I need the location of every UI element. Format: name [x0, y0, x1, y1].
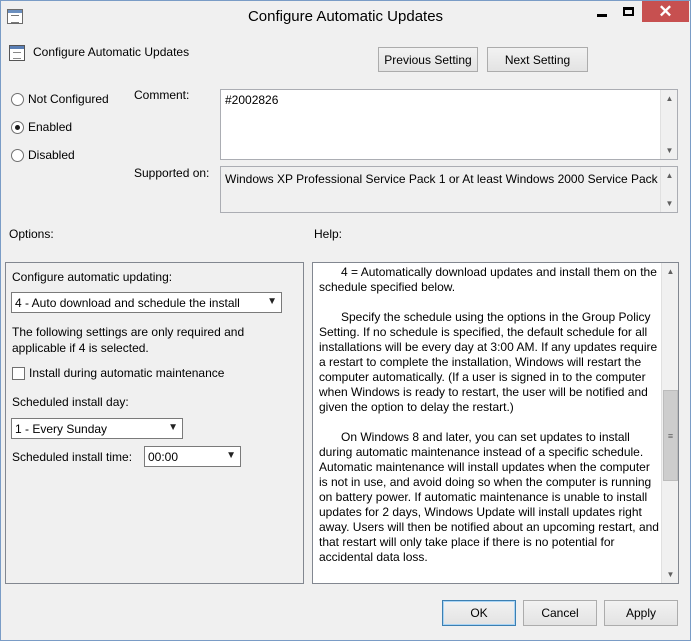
install-time-select[interactable]: 00:00 ▼: [144, 446, 241, 467]
dialog-window: Configure Automatic Updates ✕ Configure …: [0, 0, 691, 641]
radio-circle[interactable]: [11, 120, 24, 134]
scroll-up-icon[interactable]: ▲: [662, 263, 678, 280]
previous-setting-button[interactable]: Previous Setting: [378, 47, 478, 72]
policy-name: Configure Automatic Updates: [33, 45, 190, 59]
radio-label: Disabled: [28, 148, 75, 162]
install-day-value: 1 - Every Sunday: [15, 421, 108, 436]
radio-circle[interactable]: [11, 92, 24, 106]
cancel-button[interactable]: Cancel: [523, 600, 597, 626]
install-day-select[interactable]: 1 - Every Sunday ▼: [11, 418, 183, 439]
scroll-down-icon[interactable]: ▼: [661, 195, 677, 212]
close-icon: ✕: [658, 2, 673, 21]
help-paragraph: Specify the schedule using the options i…: [319, 310, 658, 414]
ok-button[interactable]: OK: [442, 600, 516, 626]
comment-value: #2002826: [225, 93, 279, 107]
configure-updating-value: 4 - Auto download and schedule the insta…: [15, 295, 240, 310]
install-time-label: Scheduled install time:: [12, 450, 133, 464]
scroll-up-icon[interactable]: ▲: [661, 90, 677, 107]
help-heading: Help:: [314, 227, 343, 241]
help-scrollbar[interactable]: ▲ ≡ ▼: [661, 263, 678, 583]
supported-on-label: Supported on:: [134, 166, 210, 180]
supported-on-value: Windows XP Professional Service Pack 1 o…: [225, 172, 668, 186]
chevron-down-icon: ▼: [226, 450, 236, 461]
configure-updating-select[interactable]: 4 - Auto download and schedule the insta…: [11, 292, 282, 313]
options-heading: Options:: [9, 227, 54, 241]
chevron-down-icon: ▼: [267, 296, 277, 307]
help-text: 4 = Automatically download updates and i…: [319, 265, 659, 580]
comment-label: Comment:: [134, 88, 190, 102]
install-time-value: 00:00: [148, 449, 179, 464]
apply-button[interactable]: Apply: [604, 600, 678, 626]
window-title: Configure Automatic Updates: [247, 8, 444, 25]
scroll-up-icon[interactable]: ▲: [661, 167, 677, 184]
minimize-icon: [596, 14, 607, 17]
configure-updating-label: Configure automatic updating:: [12, 270, 173, 284]
radio-disabled[interactable]: Disabled: [11, 148, 75, 162]
help-panel[interactable]: 4 = Automatically download updates and i…: [312, 262, 679, 584]
radio-label: Not Configured: [28, 92, 109, 106]
settings-note: The following settings are only required…: [12, 325, 245, 355]
radio-enabled[interactable]: Enabled: [11, 120, 72, 134]
comment-scrollbar[interactable]: ▲ ▼: [660, 90, 677, 159]
title-bar[interactable]: Configure Automatic Updates ✕: [1, 1, 690, 31]
scroll-thumb[interactable]: ≡: [663, 390, 678, 481]
next-setting-button[interactable]: Next Setting: [487, 47, 588, 72]
minimize-button[interactable]: [588, 1, 615, 22]
chevron-down-icon: ▼: [168, 422, 178, 433]
close-button[interactable]: ✕: [642, 1, 689, 22]
scroll-down-icon[interactable]: ▼: [662, 566, 678, 583]
help-paragraph: 4 = Automatically download updates and i…: [319, 265, 657, 294]
maintenance-checkbox[interactable]: [12, 366, 25, 380]
radio-label: Enabled: [28, 120, 73, 134]
install-day-label: Scheduled install day:: [12, 395, 129, 409]
scroll-down-icon[interactable]: ▼: [661, 142, 677, 159]
maximize-icon: [623, 7, 634, 16]
policy-setting-icon: [9, 45, 25, 61]
options-panel: Configure automatic updating: 4 - Auto d…: [5, 262, 304, 584]
help-paragraph: On Windows 8 and later, you can set upda…: [319, 430, 659, 564]
maintenance-label: Install during automatic maintenance: [29, 366, 225, 380]
maintenance-checkbox-row[interactable]: Install during automatic maintenance: [12, 366, 224, 380]
comment-field[interactable]: #2002826 ▲ ▼: [220, 89, 678, 160]
maximize-button[interactable]: [615, 1, 642, 22]
radio-circle[interactable]: [11, 148, 24, 162]
radio-not-configured[interactable]: Not Configured: [11, 92, 109, 106]
supported-scrollbar[interactable]: ▲ ▼: [660, 167, 677, 212]
supported-on-field: Windows XP Professional Service Pack 1 o…: [220, 166, 678, 213]
